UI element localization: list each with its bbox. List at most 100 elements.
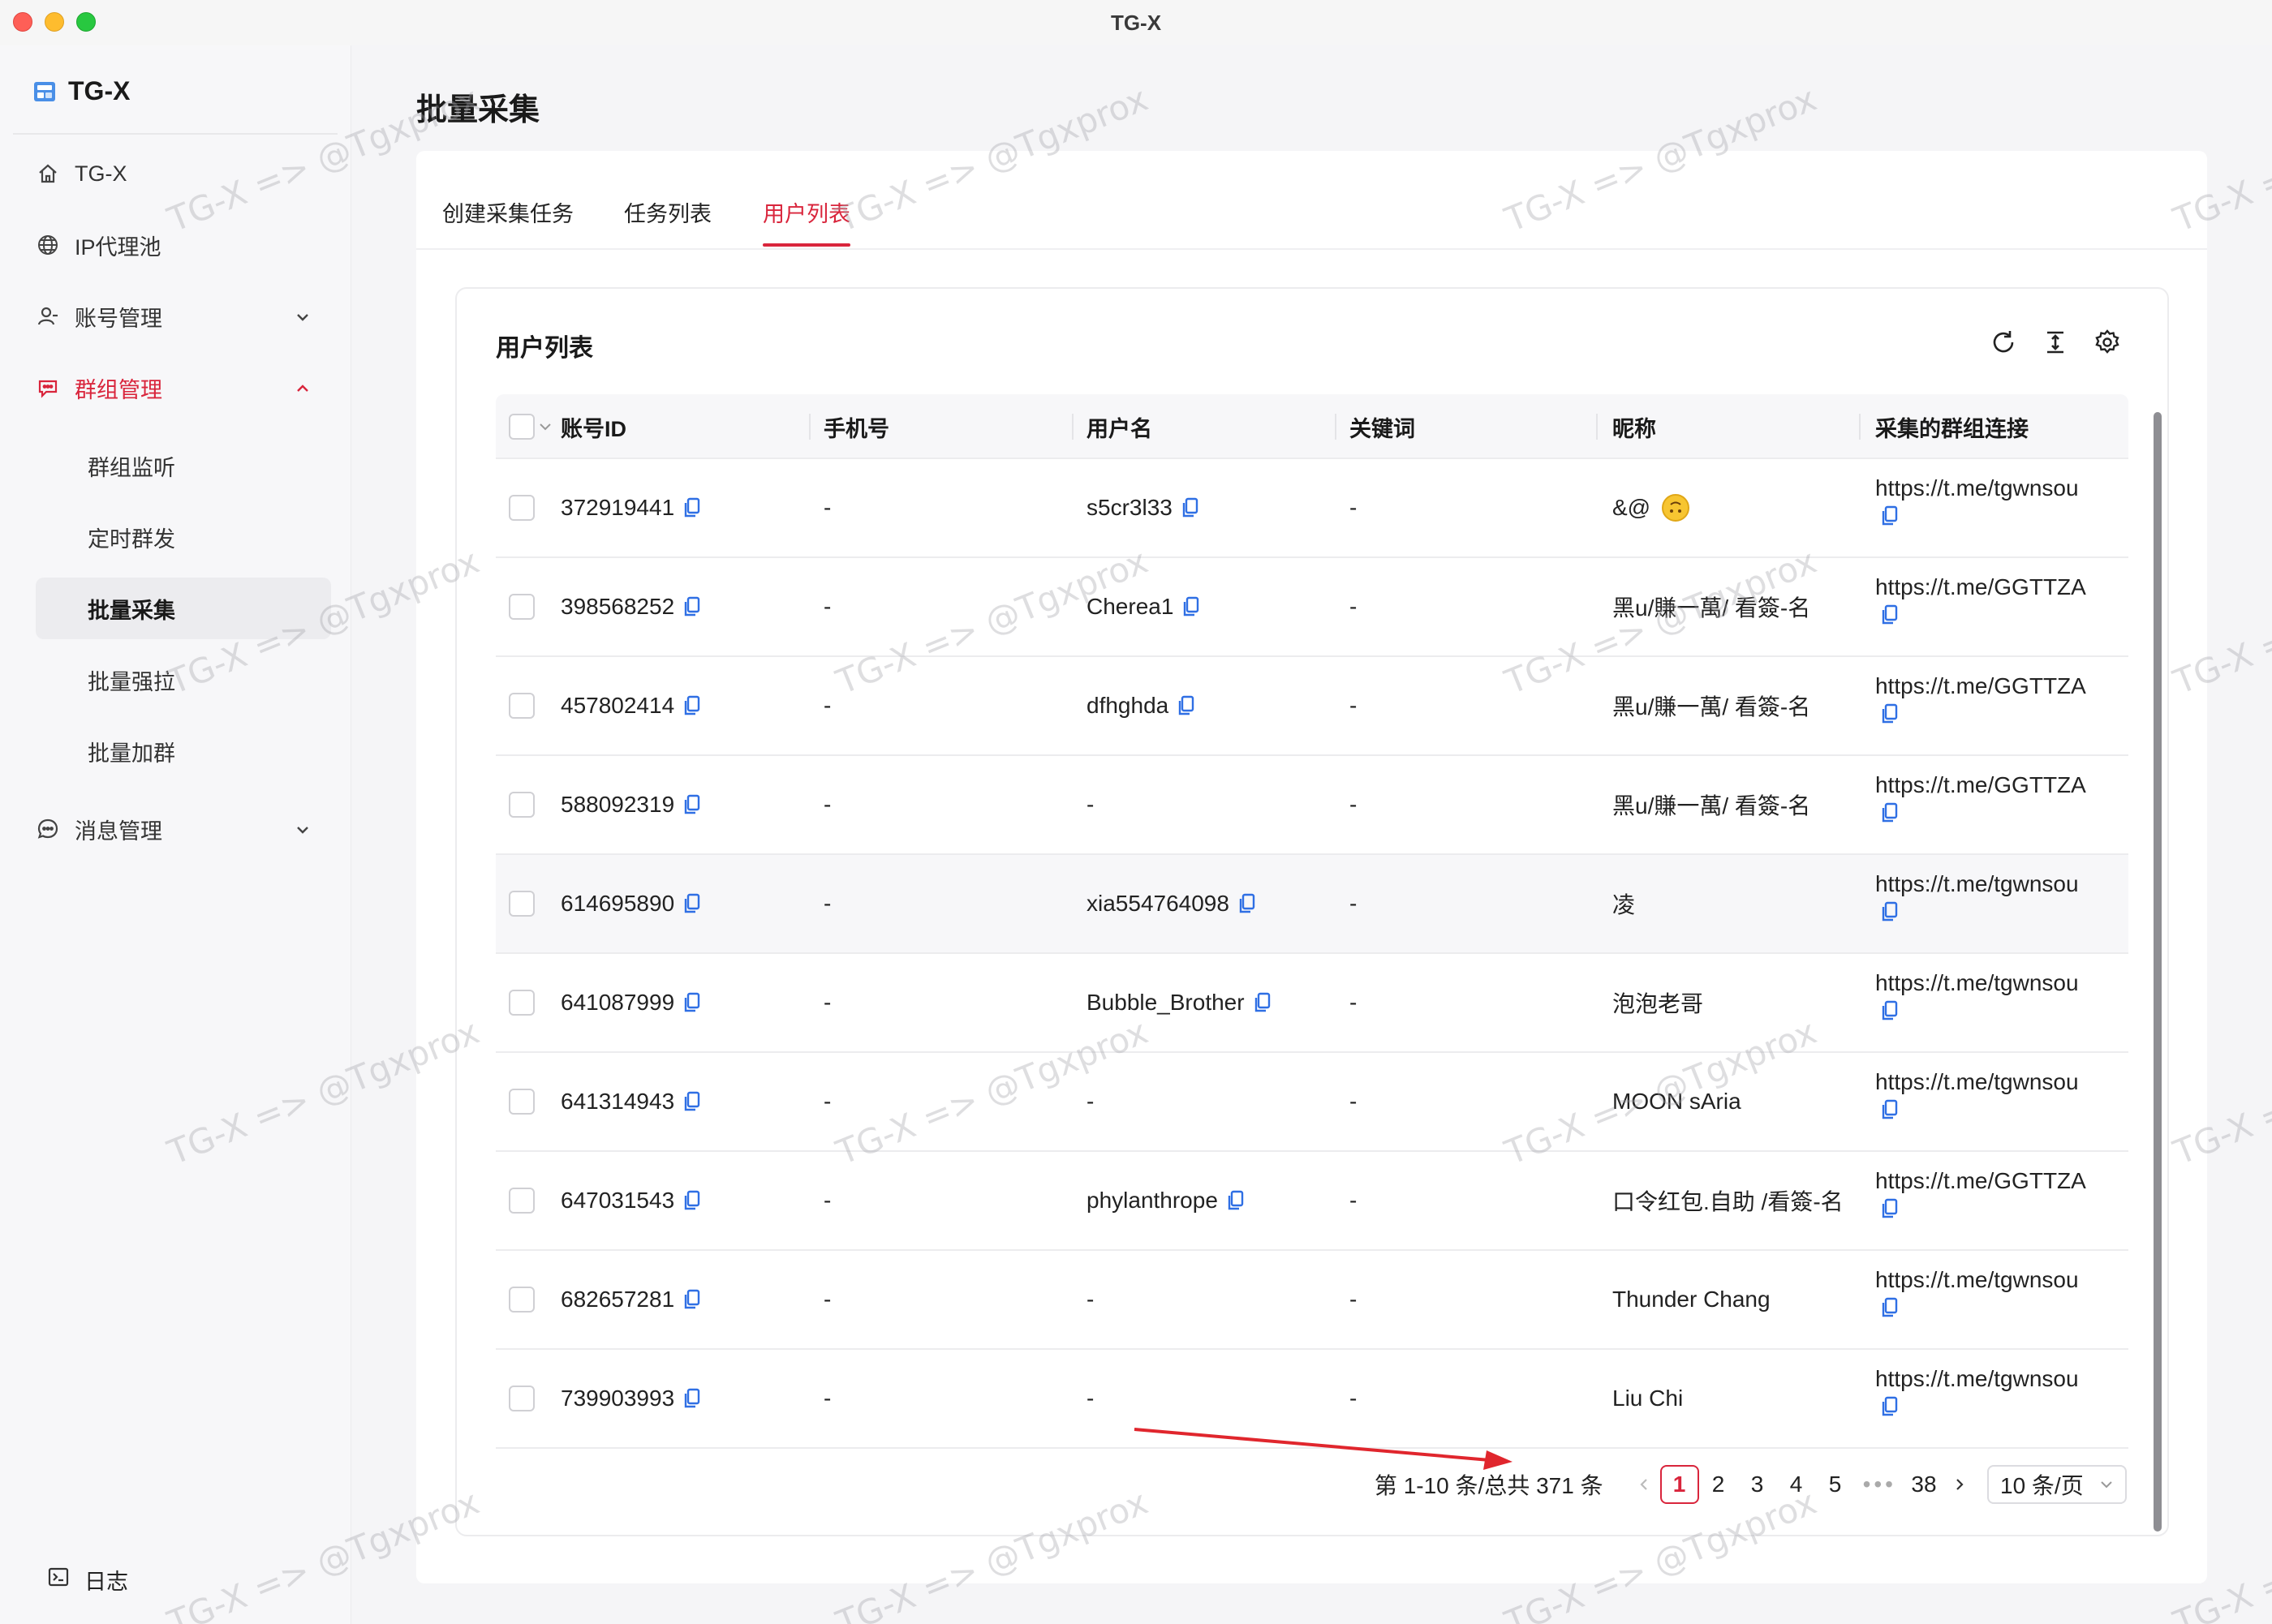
page-button-last[interactable]: 38 bbox=[1904, 1465, 1943, 1504]
copy-icon[interactable] bbox=[682, 1189, 702, 1212]
select-all-checkbox[interactable] bbox=[509, 414, 535, 440]
column-height-icon[interactable] bbox=[2039, 326, 2072, 359]
row-checkbox[interactable] bbox=[509, 990, 535, 1016]
table-row[interactable]: 641314943 - - - MOON sAria https://t.me/… bbox=[496, 1053, 2128, 1152]
tab-task-list[interactable]: 任务列表 bbox=[624, 196, 712, 247]
group-link-text[interactable]: https://t.me/tgwnsou bbox=[1875, 1069, 2079, 1095]
row-checkbox[interactable] bbox=[509, 594, 535, 620]
copy-icon[interactable] bbox=[682, 1288, 702, 1311]
group-link-text[interactable]: https://t.me/tgwnsou bbox=[1875, 475, 2079, 501]
group-link-text[interactable]: https://t.me/GGTTZA bbox=[1875, 574, 2086, 600]
group-link-text[interactable]: https://t.me/tgwnsou bbox=[1875, 1366, 2079, 1392]
row-checkbox[interactable] bbox=[509, 792, 535, 818]
sidebar-item-log[interactable]: 日志 bbox=[47, 1564, 128, 1596]
copy-icon[interactable] bbox=[682, 496, 702, 519]
copy-icon[interactable] bbox=[1177, 694, 1196, 717]
minimize-window-button[interactable] bbox=[45, 12, 64, 32]
group-link-text[interactable]: https://t.me/tgwnsou bbox=[1875, 970, 2079, 996]
row-select[interactable] bbox=[509, 1251, 535, 1348]
row-checkbox[interactable] bbox=[509, 1386, 535, 1411]
close-window-button[interactable] bbox=[13, 12, 32, 32]
sidebar-subitem-batch-collect[interactable]: 批量采集 bbox=[36, 578, 331, 639]
table-row[interactable]: 588092319 - - - 黑u/賺一萬/ 看簽-名 https://t.m… bbox=[496, 756, 2128, 855]
next-page-chevron-icon[interactable] bbox=[1943, 1471, 1976, 1497]
row-select[interactable] bbox=[509, 459, 535, 556]
row-select[interactable] bbox=[509, 1350, 535, 1447]
table-row[interactable]: 647031543 - phylanthrope - 口令红包.自助 /看簽-名… bbox=[496, 1152, 2128, 1251]
refresh-icon[interactable] bbox=[1987, 326, 2020, 359]
copy-icon[interactable] bbox=[1880, 505, 1900, 527]
page-size-select[interactable]: 10 条/页 bbox=[1987, 1465, 2127, 1504]
row-select[interactable] bbox=[509, 756, 535, 853]
row-checkbox[interactable] bbox=[509, 1188, 535, 1214]
copy-icon[interactable] bbox=[1181, 496, 1200, 519]
page-button[interactable]: 4 bbox=[1777, 1465, 1816, 1504]
sidebar-item-ip-proxy[interactable]: IP代理池 bbox=[36, 221, 312, 269]
prev-page-chevron-icon[interactable] bbox=[1628, 1471, 1660, 1497]
table-row[interactable]: 641087999 - Bubble_Brother - 泡泡老哥 https:… bbox=[496, 954, 2128, 1053]
page-button[interactable]: 2 bbox=[1699, 1465, 1738, 1504]
table-row[interactable]: 614695890 - xia554764098 - 凌 https://t.m… bbox=[496, 855, 2128, 954]
group-link-text[interactable]: https://t.me/GGTTZA bbox=[1875, 673, 2086, 699]
page-ellipsis[interactable]: ••• bbox=[1855, 1471, 1904, 1497]
row-checkbox[interactable] bbox=[509, 1287, 535, 1313]
table-row[interactable]: 398568252 - Cherea1 - 黑u/賺一萬/ 看簽-名 https… bbox=[496, 558, 2128, 657]
sidebar-item-accounts[interactable]: 账号管理 bbox=[36, 292, 312, 341]
copy-icon[interactable] bbox=[682, 1387, 702, 1410]
chevron-down-icon[interactable] bbox=[538, 415, 553, 440]
table-row[interactable]: 457802414 - dfhghda - 黑u/賺一萬/ 看簽-名 https… bbox=[496, 657, 2128, 756]
table-row[interactable]: 682657281 - - - Thunder Chang https://t.… bbox=[496, 1251, 2128, 1350]
group-link-text[interactable]: https://t.me/tgwnsou bbox=[1875, 1267, 2079, 1293]
sidebar-item-home[interactable]: TG-X bbox=[36, 149, 312, 198]
copy-icon[interactable] bbox=[1253, 991, 1272, 1014]
sidebar-item-messages[interactable]: 消息管理 bbox=[36, 805, 312, 853]
group-link-text[interactable]: https://t.me/GGTTZA bbox=[1875, 772, 2086, 798]
page-button[interactable]: 3 bbox=[1738, 1465, 1777, 1504]
row-select[interactable] bbox=[509, 558, 535, 655]
row-select[interactable] bbox=[509, 1053, 535, 1150]
copy-icon[interactable] bbox=[1237, 892, 1257, 915]
copy-icon[interactable] bbox=[682, 991, 702, 1014]
brand[interactable]: TG-X bbox=[32, 76, 130, 106]
page-button-current[interactable]: 1 bbox=[1659, 1465, 1699, 1504]
copy-icon[interactable] bbox=[682, 595, 702, 618]
row-checkbox[interactable] bbox=[509, 1089, 535, 1115]
copy-icon[interactable] bbox=[1880, 1197, 1900, 1220]
row-checkbox[interactable] bbox=[509, 495, 535, 521]
sidebar-subitem-scheduled-broadcast[interactable]: 定时群发 bbox=[36, 506, 331, 568]
row-select[interactable] bbox=[509, 1152, 535, 1249]
copy-icon[interactable] bbox=[682, 793, 702, 816]
row-select[interactable] bbox=[509, 657, 535, 754]
copy-icon[interactable] bbox=[1880, 900, 1900, 923]
vertical-scrollbar[interactable] bbox=[2154, 412, 2162, 1532]
copy-icon[interactable] bbox=[682, 1090, 702, 1113]
row-select[interactable] bbox=[509, 954, 535, 1051]
copy-icon[interactable] bbox=[1880, 1395, 1900, 1418]
tab-user-list[interactable]: 用户列表 bbox=[763, 196, 850, 247]
row-checkbox[interactable] bbox=[509, 693, 535, 719]
group-link-text[interactable]: https://t.me/tgwnsou bbox=[1875, 871, 2079, 897]
copy-icon[interactable] bbox=[1880, 1296, 1900, 1319]
settings-gear-icon[interactable] bbox=[2091, 326, 2124, 359]
sidebar-subitem-batch-join[interactable]: 批量加群 bbox=[36, 720, 331, 782]
select-all-control[interactable] bbox=[509, 394, 553, 459]
copy-icon[interactable] bbox=[1880, 604, 1900, 626]
table-row[interactable]: 372919441 - s5cr3l33 - &@ https://t.me/t… bbox=[496, 459, 2128, 558]
zoom-window-button[interactable] bbox=[76, 12, 96, 32]
copy-icon[interactable] bbox=[1880, 1098, 1900, 1121]
sidebar-subitem-group-monitor[interactable]: 群组监听 bbox=[36, 435, 331, 496]
copy-icon[interactable] bbox=[1880, 801, 1900, 824]
row-checkbox[interactable] bbox=[509, 891, 535, 917]
page-button[interactable]: 5 bbox=[1816, 1465, 1855, 1504]
tab-create-task[interactable]: 创建采集任务 bbox=[442, 196, 574, 247]
copy-icon[interactable] bbox=[1880, 702, 1900, 725]
sidebar-item-groups[interactable]: 群组管理 bbox=[36, 363, 312, 412]
sidebar-subitem-batch-pull[interactable]: 批量强拉 bbox=[36, 649, 331, 711]
copy-icon[interactable] bbox=[1880, 999, 1900, 1022]
copy-icon[interactable] bbox=[1181, 595, 1201, 618]
row-select[interactable] bbox=[509, 855, 535, 952]
copy-icon[interactable] bbox=[682, 892, 702, 915]
copy-icon[interactable] bbox=[1226, 1189, 1246, 1212]
copy-icon[interactable] bbox=[682, 694, 702, 717]
group-link-text[interactable]: https://t.me/GGTTZA bbox=[1875, 1168, 2086, 1194]
